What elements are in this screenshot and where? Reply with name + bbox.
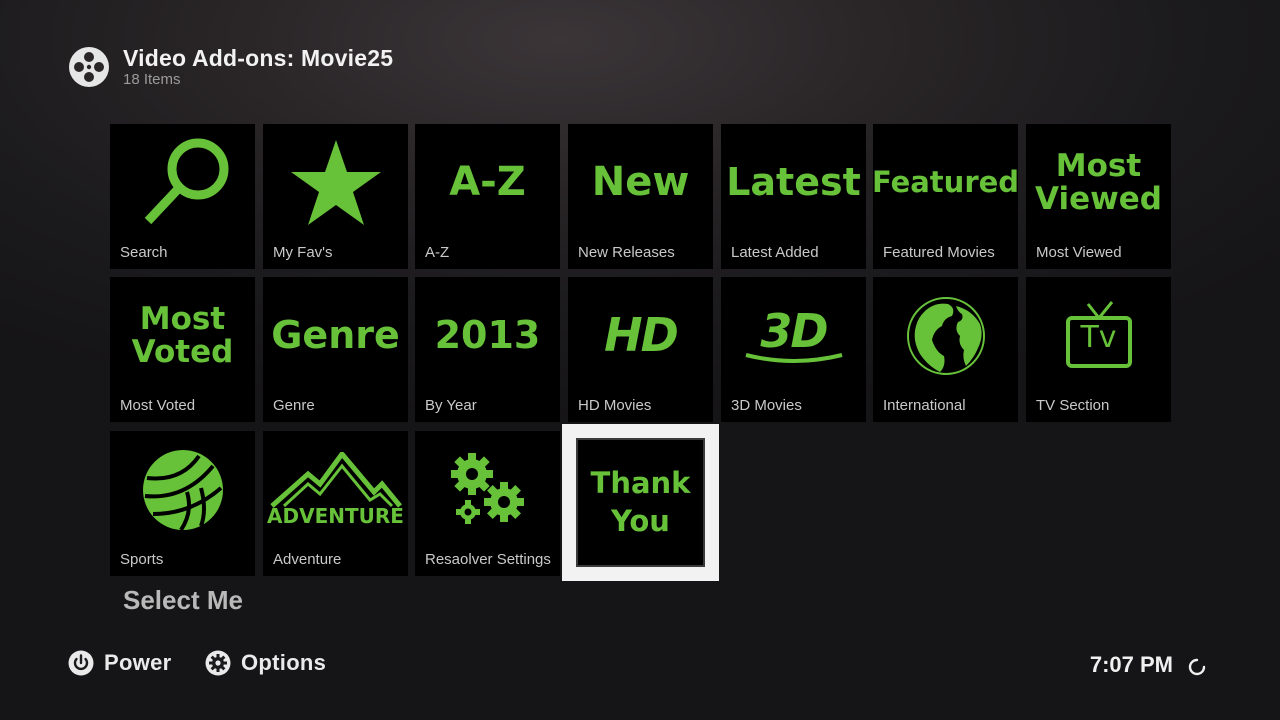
film-reel-icon bbox=[69, 47, 109, 87]
tile-label: Adventure bbox=[273, 551, 342, 568]
adventure-text: ADVENTURE bbox=[267, 504, 404, 529]
item-count: 18 Items bbox=[123, 71, 181, 88]
tile-art-line1: Most bbox=[139, 300, 226, 337]
tile-new-releases[interactable]: New New Releases bbox=[568, 124, 713, 269]
tile-thank-you-focused[interactable]: Thank You bbox=[562, 424, 719, 581]
tile-art-text: Genre bbox=[271, 313, 400, 358]
tile-my-favs[interactable]: My Fav's bbox=[263, 124, 408, 269]
tile-by-year[interactable]: 2013 By Year bbox=[415, 277, 560, 422]
tile-label: Genre bbox=[273, 397, 315, 414]
tile-art-line1: Most bbox=[1055, 147, 1142, 184]
tile-label: Search bbox=[120, 244, 168, 261]
tile-adventure[interactable]: ADVENTURE Adventure bbox=[263, 431, 408, 576]
tile-label: Latest Added bbox=[731, 244, 819, 261]
tile-label: My Fav's bbox=[273, 244, 333, 261]
tile-international[interactable]: International bbox=[873, 277, 1018, 422]
tile-label: A-Z bbox=[425, 244, 450, 261]
gear-icon bbox=[205, 650, 231, 676]
tile-label: By Year bbox=[425, 397, 477, 414]
tile-hd-movies[interactable]: HD HD Movies bbox=[568, 277, 713, 422]
tile-label: International bbox=[883, 397, 966, 414]
options-button[interactable]: Options bbox=[205, 650, 326, 676]
tile-label: Resaolver Settings bbox=[425, 551, 551, 568]
tile-genre[interactable]: Genre Genre bbox=[263, 277, 408, 422]
clock: 7:07 PM bbox=[1089, 652, 1173, 677]
page-title: Video Add-ons: Movie25 bbox=[123, 45, 394, 71]
tile-art-line2: Viewed bbox=[1035, 181, 1162, 217]
power-button[interactable]: Power bbox=[68, 650, 172, 676]
tile-search[interactable]: Search bbox=[110, 124, 255, 269]
power-icon bbox=[68, 650, 94, 676]
tile-art-text: New bbox=[591, 159, 690, 206]
star-icon bbox=[290, 139, 381, 225]
tile-label: Most Viewed bbox=[1036, 244, 1122, 261]
tile-label: Most Voted bbox=[120, 397, 196, 414]
options-label: Options bbox=[241, 650, 327, 675]
tile-latest-added[interactable]: Latest Latest Added bbox=[721, 124, 866, 269]
busy-spinner-icon bbox=[1188, 658, 1206, 676]
tile-art-text: A-Z bbox=[449, 159, 526, 206]
mountain-icon bbox=[269, 452, 402, 509]
tile-label: Sports bbox=[120, 551, 164, 568]
volleyball-icon bbox=[142, 450, 223, 532]
tile-art-text: Latest bbox=[726, 160, 861, 205]
tile-tv-section[interactable]: Tv TV Section bbox=[1026, 277, 1171, 422]
globe-icon bbox=[906, 297, 985, 375]
tile-art-line2: You bbox=[611, 503, 670, 538]
tile-a-z[interactable]: A-Z A-Z bbox=[415, 124, 560, 269]
hd-logo-icon: HD bbox=[604, 308, 679, 363]
tile-resolver-settings[interactable]: Resaolver Settings bbox=[415, 431, 560, 576]
magnifier-icon bbox=[144, 138, 228, 225]
tile-most-viewed[interactable]: Most Viewed Most Viewed bbox=[1026, 124, 1171, 269]
tile-featured-movies[interactable]: Featured Featured Movies bbox=[871, 124, 1020, 269]
tile-3d-movies[interactable]: 3D 3D Movies bbox=[721, 277, 866, 422]
tile-label: Featured Movies bbox=[883, 244, 995, 261]
tile-art-line2: Voted bbox=[131, 334, 234, 370]
tile-label: 3D Movies bbox=[731, 397, 802, 414]
tile-sports[interactable]: Sports bbox=[110, 431, 255, 576]
tv-text: Tv bbox=[1080, 320, 1117, 355]
tile-most-voted[interactable]: Most Voted Most Voted bbox=[110, 277, 255, 422]
power-label: Power bbox=[104, 650, 172, 675]
tile-art-text: 2013 bbox=[434, 313, 541, 358]
focused-item-label: Select Me bbox=[123, 585, 243, 615]
tile-art-text: Featured bbox=[871, 165, 1020, 200]
3d-logo-icon: 3D bbox=[760, 304, 828, 359]
tile-label: HD Movies bbox=[578, 397, 652, 414]
gears-icon bbox=[450, 453, 524, 524]
header: Video Add-ons: Movie25 18 Items bbox=[68, 44, 393, 88]
tile-label: TV Section bbox=[1036, 397, 1110, 414]
tile-label: New Releases bbox=[578, 244, 675, 261]
tile-art-line1: Thank bbox=[590, 465, 691, 500]
